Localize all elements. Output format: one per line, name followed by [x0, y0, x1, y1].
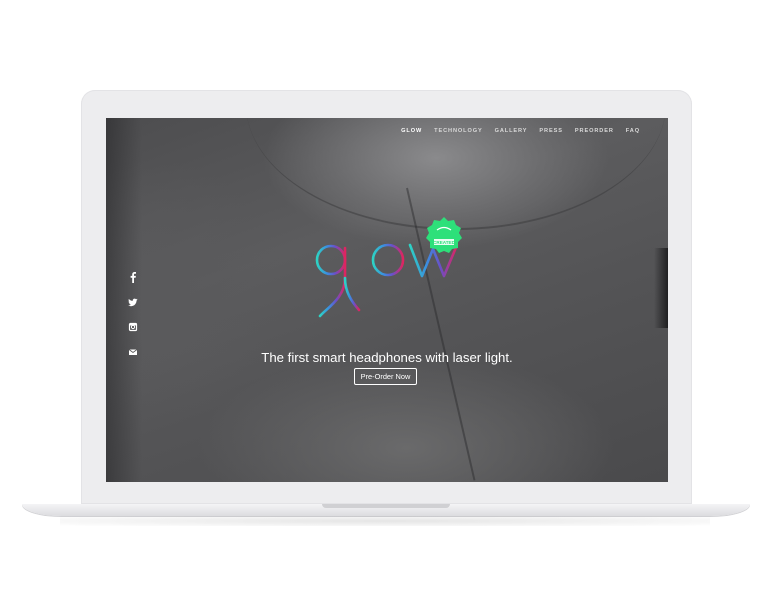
- facebook-icon[interactable]: [128, 270, 138, 283]
- top-nav: GLOW TECHNOLOGY GALLERY PRESS PREORDER F…: [401, 128, 640, 134]
- background-shade-right: [654, 248, 668, 328]
- laptop-shadow: [60, 516, 710, 526]
- instagram-icon[interactable]: [128, 320, 138, 332]
- social-links: [128, 270, 138, 357]
- nav-item-glow[interactable]: GLOW: [401, 128, 422, 134]
- nav-item-technology[interactable]: TECHNOLOGY: [434, 128, 482, 134]
- nav-item-preorder[interactable]: PREORDER: [575, 128, 614, 134]
- background-bowl-curve: [246, 118, 666, 230]
- created-badge: CREATED: [424, 215, 464, 255]
- nav-item-press[interactable]: PRESS: [539, 128, 562, 134]
- twitter-icon[interactable]: [128, 295, 138, 307]
- nav-item-faq[interactable]: FAQ: [626, 128, 640, 134]
- badge-label: CREATED: [433, 240, 456, 245]
- laptop-screen: GLOW TECHNOLOGY GALLERY PRESS PREORDER F…: [106, 118, 668, 482]
- nav-item-gallery[interactable]: GALLERY: [495, 128, 528, 134]
- hero-tagline: The first smart headphones with laser li…: [261, 350, 513, 365]
- pre-order-button[interactable]: Pre-Order Now: [354, 368, 417, 385]
- laptop-notch: [322, 504, 450, 508]
- laptop-base: [22, 504, 750, 516]
